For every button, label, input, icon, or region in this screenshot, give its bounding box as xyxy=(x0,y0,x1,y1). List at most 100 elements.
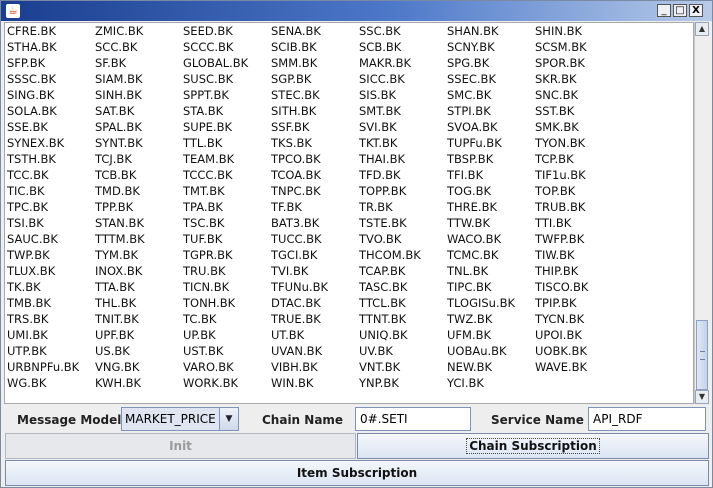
list-item: TGPR.BK xyxy=(183,248,233,262)
list-item: SAUC.BK xyxy=(7,232,58,246)
list-item: TYCN.BK xyxy=(535,312,585,326)
list-item: TPIP.BK xyxy=(535,296,577,310)
list-item: TUCC.BK xyxy=(271,232,322,246)
list-item: TKS.BK xyxy=(271,136,312,150)
list-item: UV.BK xyxy=(359,344,393,358)
list-item: TTA.BK xyxy=(95,280,135,294)
list-item: TOG.BK xyxy=(447,184,492,198)
list-item: SAT.BK xyxy=(95,104,135,118)
list-item: SMC.BK xyxy=(447,88,492,102)
list-item: TBSP.BK xyxy=(447,152,494,166)
list-item: STEC.BK xyxy=(271,88,320,102)
list-item: UFM.BK xyxy=(447,328,492,342)
list-item: TFD.BK xyxy=(359,168,401,182)
list-item: TYM.BK xyxy=(95,248,139,262)
list-item: SGP.BK xyxy=(271,72,312,86)
chain-name-field[interactable]: 0#.SETI xyxy=(355,407,471,431)
list-item: MAKR.BK xyxy=(359,56,411,70)
list-item: TCAP.BK xyxy=(359,264,406,278)
list-item: TIPC.BK xyxy=(447,280,492,294)
list-item: UOBK.BK xyxy=(535,344,587,358)
chain-subscription-button[interactable]: Chain Subscription xyxy=(357,433,709,459)
list-item: SSF.BK xyxy=(271,120,310,134)
list-item: TSTH.BK xyxy=(7,152,56,166)
service-name-label: Service Name xyxy=(491,413,584,427)
list-item: TSI.BK xyxy=(7,216,44,230)
list-item: TRU.BK xyxy=(183,264,226,278)
list-item: SKR.BK xyxy=(535,72,577,86)
close-button[interactable]: X xyxy=(689,4,703,17)
list-item: SST.BK xyxy=(535,104,575,118)
list-item: VNT.BK xyxy=(359,360,401,374)
list-item: SYNEX.BK xyxy=(7,136,65,150)
list-item: VNG.BK xyxy=(95,360,140,374)
list-item: TCCC.BK xyxy=(183,168,233,182)
item-subscription-button[interactable]: Item Subscription xyxy=(5,460,709,486)
chain-name-label: Chain Name xyxy=(262,413,344,427)
list-item: SEED.BK xyxy=(183,24,233,38)
scroll-thumb[interactable] xyxy=(696,320,708,390)
title-bar[interactable]: ☕ _ □ X xyxy=(1,1,712,21)
vertical-scrollbar[interactable]: ▲ ▼ xyxy=(694,22,709,404)
list-item: TFUNu.BK xyxy=(271,280,329,294)
list-item: UTP.BK xyxy=(7,344,47,358)
list-item: TPA.BK xyxy=(183,200,223,214)
service-name-field[interactable]: API_RDF xyxy=(588,407,706,431)
list-item: DTAC.BK xyxy=(271,296,321,310)
list-item: TTW.BK xyxy=(447,216,490,230)
list-item: SFP.BK xyxy=(7,56,46,70)
list-item: SCB.BK xyxy=(359,40,402,54)
list-item: TNIT.BK xyxy=(95,312,139,326)
list-item: WACO.BK xyxy=(447,232,502,246)
list-item: WIN.BK xyxy=(271,376,314,390)
list-item: TOP.BK xyxy=(535,184,576,198)
list-item: SPG.BK xyxy=(447,56,490,70)
list-item: VARO.BK xyxy=(183,360,234,374)
list-item: TRUE.BK xyxy=(271,312,321,326)
list-item: SNC.BK xyxy=(535,88,579,102)
list-item: GLOBAL.BK xyxy=(183,56,249,70)
list-item: SITH.BK xyxy=(271,104,317,118)
list-item: THIP.BK xyxy=(535,264,579,278)
symbol-grid: CFRE.BK ZMIC.BK SEED.BK SENA.BK SSC.BK SHAN.B… xyxy=(7,23,647,391)
list-item: TNL.BK xyxy=(447,264,489,278)
list-item: TKT.BK xyxy=(359,136,398,150)
list-item: TSTE.BK xyxy=(359,216,407,230)
list-item: TFI.BK xyxy=(447,168,484,182)
list-item: WAVE.BK xyxy=(535,360,588,374)
list-item: NEW.BK xyxy=(447,360,493,374)
list-item: TTL.BK xyxy=(183,136,223,150)
list-item: SF.BK xyxy=(95,56,127,70)
java-icon: ☕ xyxy=(6,4,20,18)
list-item: ZMIC.BK xyxy=(95,24,144,38)
list-item: TMB.BK xyxy=(7,296,51,310)
list-item: SHAN.BK xyxy=(447,24,499,38)
message-model-select[interactable]: MARKET_PRICE ▼ xyxy=(121,407,239,431)
list-item: TWFP.BK xyxy=(535,232,585,246)
list-item: YNP.BK xyxy=(359,376,399,390)
app-window: ☕ _ □ X CFRE.BK ZMIC.BK SEED.BK SENA.BK SSC.… xyxy=(0,0,713,488)
list-item: STA.BK xyxy=(183,104,224,118)
list-item: SENA.BK xyxy=(271,24,321,38)
list-item: SMT.BK xyxy=(359,104,401,118)
chevron-down-icon[interactable]: ▼ xyxy=(219,408,238,430)
init-button[interactable]: Init xyxy=(5,433,356,459)
list-item: TLOGISu.BK xyxy=(447,296,516,310)
list-item: TPCO.BK xyxy=(271,152,321,166)
list-item: TTI.BK xyxy=(535,216,572,230)
scroll-up-arrow-icon[interactable]: ▲ xyxy=(695,22,709,36)
list-item: TPC.BK xyxy=(7,200,49,214)
list-item: SVI.BK xyxy=(359,120,397,134)
list-item: TK.BK xyxy=(7,280,41,294)
list-item: TTCL.BK xyxy=(359,296,406,310)
minimize-button[interactable]: _ xyxy=(657,4,671,17)
message-model-value: MARKET_PRICE xyxy=(125,412,216,426)
symbol-list[interactable]: CFRE.BK ZMIC.BK SEED.BK SENA.BK SSC.BK SHAN.B… xyxy=(4,22,694,404)
list-item: VIBH.BK xyxy=(271,360,318,374)
list-item: SVOA.BK xyxy=(447,120,498,134)
scroll-down-arrow-icon[interactable]: ▼ xyxy=(695,390,709,404)
list-item: SSC.BK xyxy=(359,24,401,38)
maximize-button[interactable]: □ xyxy=(673,4,687,17)
list-item: TUF.BK xyxy=(183,232,223,246)
list-item: UT.BK xyxy=(271,328,305,342)
